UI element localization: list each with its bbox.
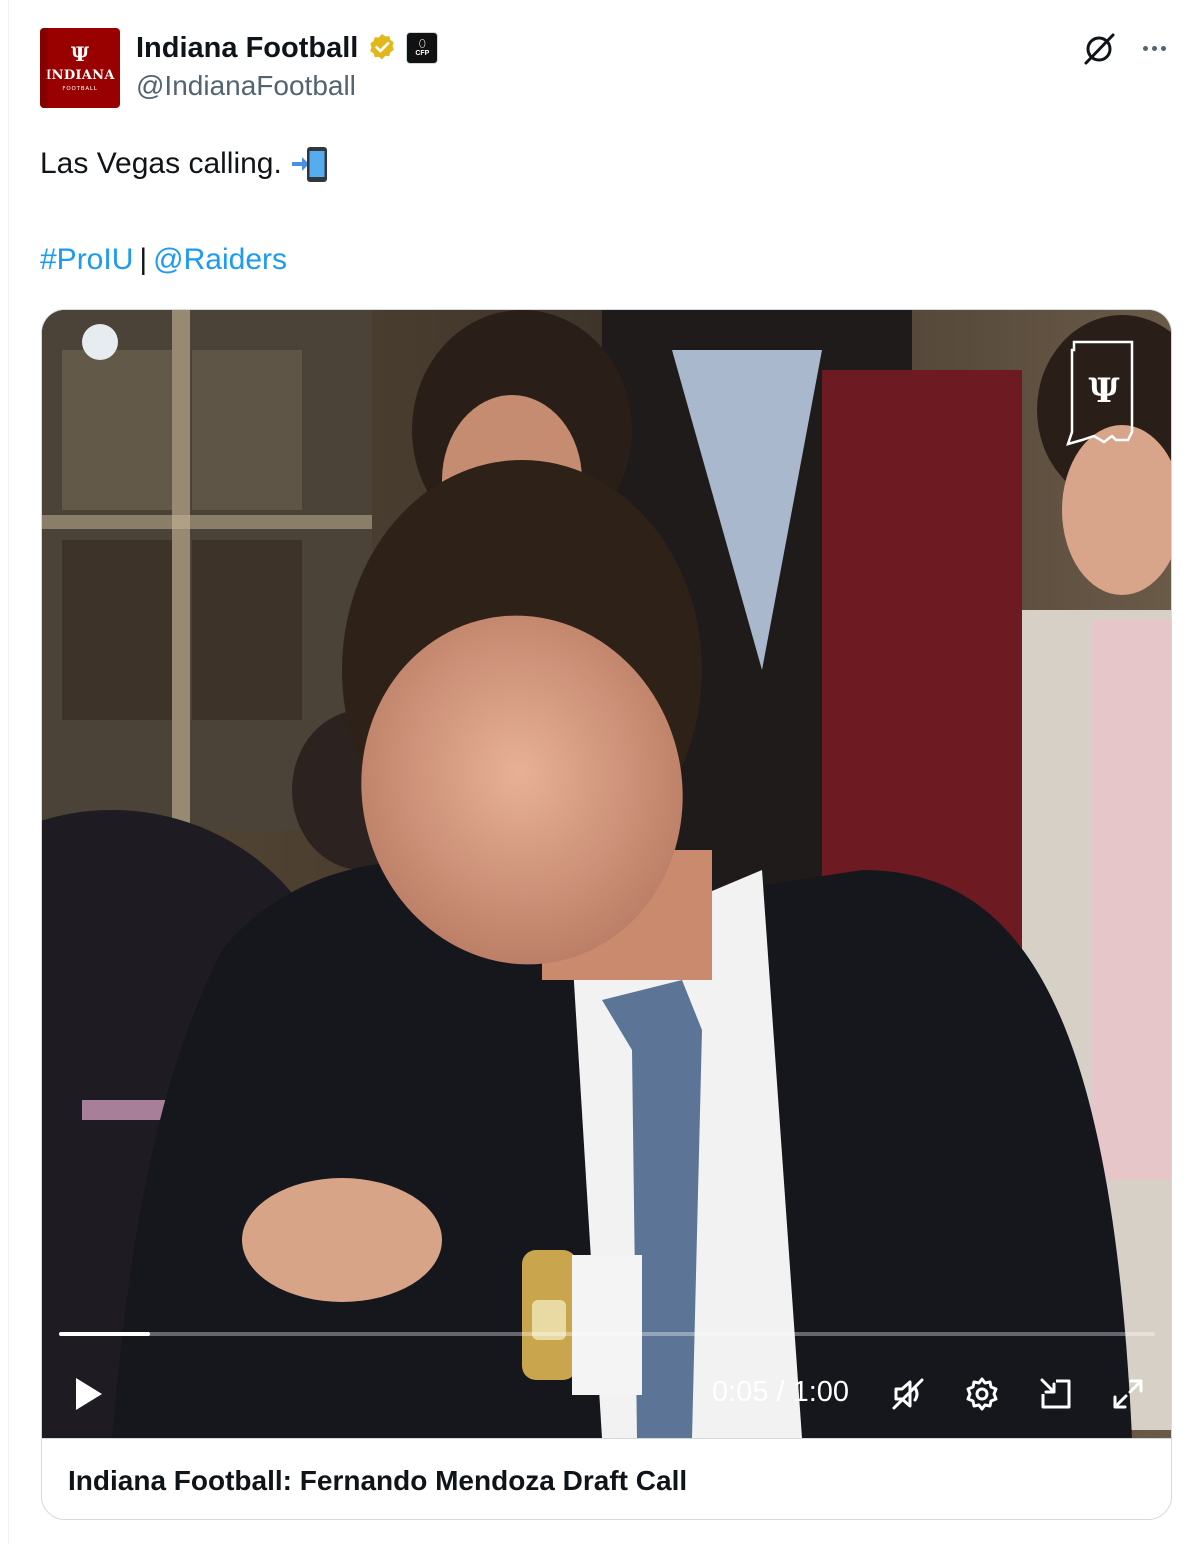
more-options-icon[interactable] xyxy=(1136,30,1172,66)
affiliate-badge-icon[interactable]: ⬯ CFP xyxy=(406,32,439,64)
dot xyxy=(1160,45,1166,51)
mention-link[interactable]: @Raiders xyxy=(153,243,287,276)
avatar-subtext: FOOTBALL xyxy=(62,86,98,92)
author-name-row: Indiana Football ⬯ CFP xyxy=(136,30,439,66)
separator: | xyxy=(139,243,148,276)
verified-badge-icon[interactable] xyxy=(366,32,398,64)
iu-trident-icon: Ψ xyxy=(70,42,90,66)
svg-text:Ψ: Ψ xyxy=(1088,371,1119,411)
mute-icon[interactable] xyxy=(888,1374,928,1414)
affiliate-badge-label: CFP xyxy=(415,49,430,57)
dot xyxy=(1151,45,1157,51)
football-icon: ⬯ xyxy=(418,37,426,50)
fullscreen-icon[interactable] xyxy=(1108,1374,1148,1414)
dot xyxy=(1142,45,1148,51)
card-footer[interactable]: Indiana Football: Fernando Mendoza Draft… xyxy=(42,1438,1171,1519)
play-icon[interactable] xyxy=(68,1374,108,1414)
video-player[interactable]: Ψ 0:05 / 1:00 xyxy=(42,310,1171,1438)
hashtag-link[interactable]: #ProIU xyxy=(40,243,133,276)
pip-icon[interactable] xyxy=(1036,1374,1076,1414)
author-handle[interactable]: @IndianaFootball xyxy=(136,70,356,102)
video-time: 0:05 / 1:00 xyxy=(712,1376,850,1408)
card-title[interactable]: Indiana Football: Fernando Mendoza Draft… xyxy=(68,1465,687,1497)
timeline-border xyxy=(8,0,9,1544)
avatar-wordmark: INDIANA xyxy=(45,68,115,83)
tweet-text-content: Las Vegas calling. xyxy=(40,147,282,180)
avatar[interactable]: Ψ INDIANA FOOTBALL xyxy=(40,28,120,108)
display-name[interactable]: Indiana Football xyxy=(136,32,358,65)
avatar-fold xyxy=(40,28,48,108)
media-card[interactable]: Ψ 0:05 / 1:00 Indiana Football: Fernando… xyxy=(41,309,1172,1520)
tweet-text: Las Vegas calling. xyxy=(40,142,330,186)
grok-icon[interactable] xyxy=(1080,30,1118,68)
video-frame: Ψ xyxy=(42,310,1171,1438)
settings-icon[interactable] xyxy=(962,1374,1002,1414)
video-progress-fill xyxy=(59,1332,150,1336)
phone-with-arrow-icon xyxy=(291,147,327,182)
tweet-links: #ProIU | @Raiders xyxy=(40,238,287,282)
video-progress-bar[interactable] xyxy=(59,1332,1155,1336)
